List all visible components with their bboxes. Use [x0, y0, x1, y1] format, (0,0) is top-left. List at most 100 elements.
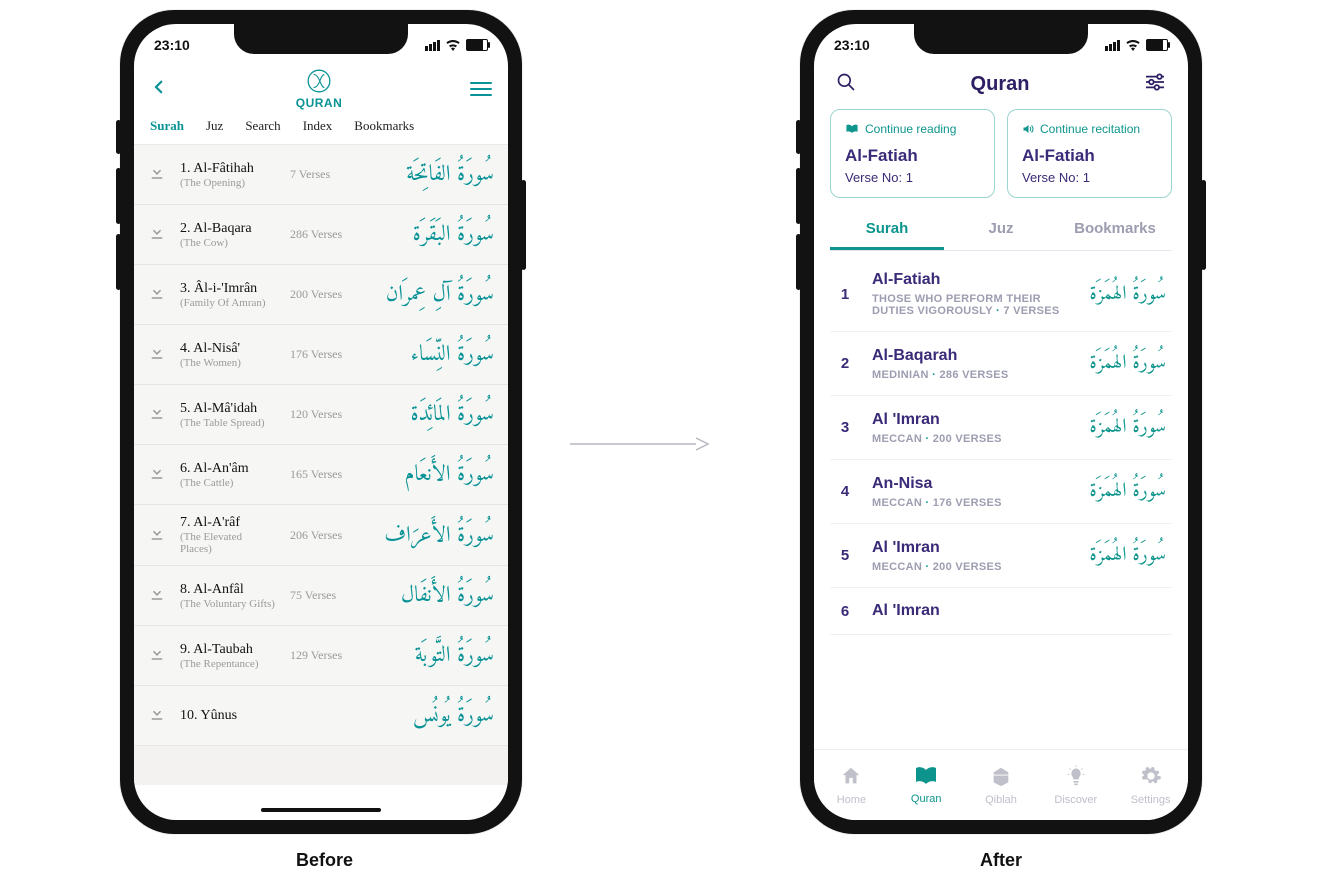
list-item[interactable]: 5. Al-Mâ'idah(The Table Spread)120 Verse…	[134, 385, 508, 445]
surah-name: An-Nisa	[872, 475, 1071, 493]
surah-translation: (The Repentance)	[180, 658, 276, 670]
signal-icon	[425, 40, 440, 51]
tab-index[interactable]: Index	[303, 118, 333, 134]
nav-label: Discover	[1054, 794, 1097, 806]
after-tabs: Surah Juz Bookmarks	[830, 220, 1172, 251]
search-icon	[836, 72, 856, 92]
arabic-calligraphy: سُورَةُ الهُمَزَة	[1089, 538, 1166, 573]
volume-icon	[1022, 123, 1034, 135]
download-icon[interactable]	[148, 223, 166, 246]
surah-name: Al 'Imran	[872, 602, 1148, 620]
download-icon[interactable]	[148, 343, 166, 366]
download-icon[interactable]	[148, 584, 166, 607]
card-label: Continue reading	[865, 122, 956, 136]
nav-label: Home	[837, 794, 866, 806]
surah-translation: (The Cow)	[180, 237, 276, 249]
surah-name: Al-Baqarah	[872, 347, 1071, 365]
surah-index: 3	[836, 419, 854, 436]
arabic-calligraphy: سُورَةُ الأَنعَام	[374, 455, 494, 494]
gear-icon	[1140, 765, 1162, 790]
wifi-icon	[445, 39, 461, 51]
surah-name: Al 'Imran	[872, 539, 1071, 557]
list-item[interactable]: 10. Yûnusسُورَةُ يُونُس	[134, 686, 508, 746]
hamburger-icon	[470, 82, 492, 84]
surah-index: 5	[836, 547, 854, 564]
surah-meta: MECCAN176 VERSES	[872, 497, 1071, 509]
bottom-nav: Home Quran Qiblah Discover Settings	[814, 749, 1188, 820]
surah-meta: MECCAN200 VERSES	[872, 433, 1071, 445]
surah-number: 6. Al-An'âm	[180, 461, 276, 477]
download-icon[interactable]	[148, 463, 166, 486]
surah-number: 10. Yûnus	[180, 708, 276, 724]
nav-settings[interactable]: Settings	[1113, 750, 1188, 820]
list-item[interactable]: 1Al-FatiahTHOSE WHO PERFORM THEIR DUTIES…	[830, 257, 1172, 332]
continue-recitation-card[interactable]: Continue recitation Al-Fatiah Verse No: …	[1007, 109, 1172, 198]
search-button[interactable]	[836, 72, 856, 97]
list-item[interactable]: 3Al 'ImranMECCAN200 VERSESسُورَةُ الهُمَ…	[830, 396, 1172, 460]
surah-number: 7. Al-A'râf	[180, 515, 276, 531]
verse-count: 286 Verses	[290, 227, 360, 242]
card-label: Continue recitation	[1040, 122, 1140, 136]
list-item[interactable]: 6 Al 'Imran	[830, 588, 1172, 635]
nav-label: Qiblah	[985, 794, 1017, 806]
tab-surah[interactable]: Surah	[150, 118, 184, 134]
surah-translation: (The Women)	[180, 357, 276, 369]
arabic-calligraphy: سُورَةُ الهُمَزَة	[1089, 277, 1166, 312]
tab-surah[interactable]: Surah	[830, 220, 944, 250]
download-icon[interactable]	[148, 403, 166, 426]
download-icon[interactable]	[148, 704, 166, 727]
tab-bookmarks[interactable]: Bookmarks	[354, 118, 414, 134]
list-item[interactable]: 4An-NisaMECCAN176 VERSESسُورَةُ الهُمَزَ…	[830, 460, 1172, 524]
menu-button[interactable]	[470, 82, 492, 96]
surah-index: 1	[836, 286, 854, 303]
app-logo: QURAN	[296, 68, 343, 110]
verse-count: 120 Verses	[290, 407, 360, 422]
surah-meta: MEDINIAN286 VERSES	[872, 369, 1071, 381]
download-icon[interactable]	[148, 644, 166, 667]
download-icon[interactable]	[148, 163, 166, 186]
surah-index: 4	[836, 483, 854, 500]
surah-number: 1. Al-Fâtihah	[180, 161, 276, 177]
list-item[interactable]: 8. Al-Anfâl(The Voluntary Gifts)75 Verse…	[134, 566, 508, 626]
list-item[interactable]: 1. Al-Fâtihah(The Opening)7 Versesسُورَة…	[134, 145, 508, 205]
arabic-calligraphy: سُورَةُ المَائِدَة	[374, 395, 494, 434]
phone-notch	[914, 24, 1088, 54]
tab-juz[interactable]: Juz	[944, 220, 1058, 250]
surah-meta: MECCAN200 VERSES	[872, 561, 1071, 573]
back-button[interactable]	[150, 78, 168, 101]
surah-number: 5. Al-Mâ'idah	[180, 401, 276, 417]
download-icon[interactable]	[148, 283, 166, 306]
nav-home[interactable]: Home	[814, 750, 889, 820]
continue-reading-card[interactable]: Continue reading Al-Fatiah Verse No: 1	[830, 109, 995, 198]
tab-bookmarks[interactable]: Bookmarks	[1058, 220, 1172, 250]
surah-meta: THOSE WHO PERFORM THEIR DUTIES VIGOROUSL…	[872, 293, 1071, 317]
after-caption: After	[980, 850, 1022, 871]
sliders-icon	[1144, 73, 1166, 91]
tab-search[interactable]: Search	[245, 118, 280, 134]
tab-juz[interactable]: Juz	[206, 118, 223, 134]
surah-index: 6	[836, 603, 854, 620]
list-item[interactable]: 2. Al-Baqara(The Cow)286 Versesسُورَةُ ا…	[134, 205, 508, 265]
surah-list-before[interactable]: 1. Al-Fâtihah(The Opening)7 Versesسُورَة…	[134, 145, 508, 785]
list-item[interactable]: 9. Al-Taubah(The Repentance)129 Versesسُ…	[134, 626, 508, 686]
list-item[interactable]: 7. Al-A'râf(The Elevated Places)206 Vers…	[134, 505, 508, 566]
nav-discover[interactable]: Discover	[1038, 750, 1113, 820]
phone-after: 23:10 Quran	[800, 10, 1202, 834]
list-item[interactable]: 4. Al-Nisâ'(The Women)176 Versesسُورَةُ …	[134, 325, 508, 385]
list-item[interactable]: 2Al-BaqarahMEDINIAN286 VERSESسُورَةُ اله…	[830, 332, 1172, 396]
download-icon[interactable]	[148, 524, 166, 547]
list-item[interactable]: 6. Al-An'âm(The Cattle)165 Versesسُورَةُ…	[134, 445, 508, 505]
surah-list-after[interactable]: 1Al-FatiahTHOSE WHO PERFORM THEIR DUTIES…	[814, 251, 1188, 641]
list-item[interactable]: 3. Âl-i-'Imrân(Family Of Amran)200 Verse…	[134, 265, 508, 325]
arabic-calligraphy: سُورَةُ الأَنفَال	[374, 576, 494, 615]
signal-icon	[1105, 40, 1120, 51]
list-item[interactable]: 5 Al 'Imran MECCAN200 VERSES سُورَةُ الهُمَ…	[830, 524, 1172, 588]
before-caption: Before	[296, 850, 353, 871]
nav-label: Settings	[1131, 794, 1171, 806]
nav-quran[interactable]: Quran	[889, 750, 964, 820]
battery-icon	[466, 39, 488, 51]
nav-qiblah[interactable]: Qiblah	[964, 750, 1039, 820]
wifi-icon	[1125, 39, 1141, 51]
filter-button[interactable]	[1144, 73, 1166, 96]
chevron-left-icon	[150, 78, 168, 96]
